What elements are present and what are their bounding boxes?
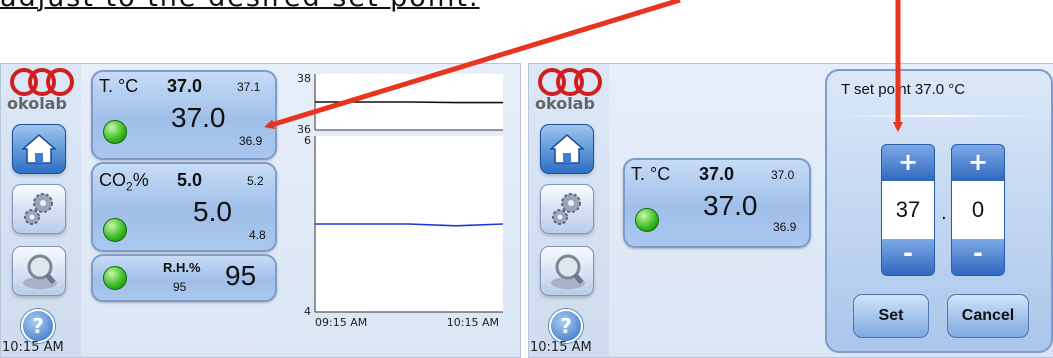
humidity-label: R.H.% xyxy=(163,260,201,275)
temperature-label: T. °C xyxy=(99,76,139,96)
temperature-panel[interactable]: T. °C 37.0 37.1 37.0 36.9 xyxy=(91,70,277,160)
integer-stepper[interactable]: + 37 - xyxy=(881,144,935,276)
help-icon[interactable]: ? xyxy=(21,309,55,343)
monitor-screen: okolab ? 10:15 AM T. °C 37.0 37.1 37.0 3… xyxy=(0,63,521,358)
decimal-increment-button[interactable]: + xyxy=(952,145,1004,181)
setpoint-screen: okolab ? 10:15 AM T. °C 37.0 37.0 37.0 3… xyxy=(528,63,1053,358)
y-tick-label: 38 xyxy=(297,72,311,85)
integer-increment-button[interactable]: + xyxy=(882,145,934,181)
sidebar: okolab ? 10:15 AM xyxy=(1,64,81,357)
temperature-panel[interactable]: T. °C 37.0 37.0 37.0 36.9 xyxy=(623,158,811,248)
co2-max: 5.2 xyxy=(247,174,264,188)
setpoint-dialog: T set point 37.0 °C + 37 - . + 0 - Set C… xyxy=(825,69,1053,353)
y-tick-label: 4 xyxy=(304,305,311,318)
clock: 10:15 AM xyxy=(2,340,64,355)
decimal-stepper[interactable]: + 0 - xyxy=(951,144,1005,276)
dialog-title: T set point 37.0 °C xyxy=(841,81,966,98)
status-led-icon xyxy=(103,120,127,144)
settings-button[interactable] xyxy=(12,184,66,234)
y-tick-label: 6 xyxy=(304,134,311,147)
settings-button[interactable] xyxy=(540,184,594,234)
co2-value: 5.0 xyxy=(193,196,232,227)
integer-decrement-button[interactable]: - xyxy=(882,239,934,275)
co2-min: 4.8 xyxy=(249,228,266,242)
status-led-icon xyxy=(103,218,127,242)
set-button[interactable]: Set xyxy=(853,294,929,338)
home-button[interactable] xyxy=(12,124,66,174)
humidity-value: 95 xyxy=(225,260,257,291)
temperature-label: T. °C xyxy=(631,164,671,184)
help-icon[interactable]: ? xyxy=(549,309,583,343)
temperature-value: 37.0 xyxy=(703,190,758,221)
temperature-max: 37.1 xyxy=(237,80,261,94)
divider xyxy=(835,115,1041,117)
co2-panel[interactable]: CO2% 5.0 5.2 5.0 4.8 xyxy=(91,162,277,252)
temperature-min: 36.9 xyxy=(773,220,797,234)
logo-text: okolab xyxy=(7,94,67,113)
series-line xyxy=(315,101,503,104)
decimal-separator: . xyxy=(941,203,947,224)
gears-icon xyxy=(24,193,53,225)
decimal-value[interactable]: 0 xyxy=(952,181,1004,239)
cancel-button[interactable]: Cancel xyxy=(947,294,1029,338)
temperature-setpoint: 37.0 xyxy=(699,164,735,184)
okolab-logo: okolab xyxy=(535,68,605,124)
status-led-icon xyxy=(635,208,659,232)
instruction-caption: adjust to the desired set point. xyxy=(0,0,480,13)
humidity-panel[interactable]: R.H.% 95 95 xyxy=(91,254,277,302)
home-icon xyxy=(21,134,57,164)
trend-chart: 38 36 6 4 09:15 AM 10:15 AM xyxy=(291,70,509,350)
clock: 10:15 AM xyxy=(530,340,592,355)
logo-text: okolab xyxy=(535,94,595,113)
home-icon xyxy=(549,134,585,164)
okolab-logo: okolab xyxy=(7,68,77,124)
x-tick-label: 09:15 AM xyxy=(315,316,367,329)
home-button[interactable] xyxy=(540,124,594,174)
co2-label: CO2% xyxy=(99,170,149,194)
temperature-setpoint: 37.0 xyxy=(167,76,203,96)
sidebar: okolab ? 10:15 AM xyxy=(529,64,609,357)
magnifier-icon xyxy=(551,254,585,289)
status-led-icon xyxy=(103,266,127,290)
search-button[interactable] xyxy=(12,246,66,296)
trend-chart-svg: 38366409:15 AM 10:15 AM xyxy=(297,72,504,329)
search-button[interactable] xyxy=(540,246,594,296)
temperature-max: 37.0 xyxy=(771,168,795,182)
temperature-value: 37.0 xyxy=(171,102,226,133)
integer-value[interactable]: 37 xyxy=(882,181,934,239)
magnifier-icon xyxy=(23,254,57,289)
humidity-setpoint: 95 xyxy=(173,280,187,294)
x-tick-label: 10:15 AM xyxy=(447,316,499,329)
temperature-min: 36.9 xyxy=(239,134,263,148)
co2-setpoint: 5.0 xyxy=(177,170,203,190)
gears-icon xyxy=(552,193,581,225)
decimal-decrement-button[interactable]: - xyxy=(952,239,1004,275)
